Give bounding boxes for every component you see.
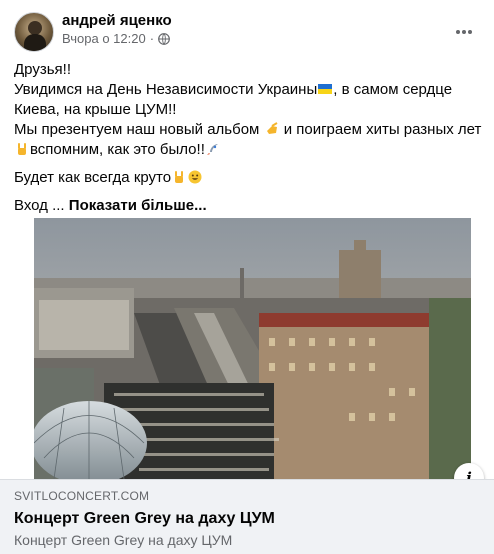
see-more-link[interactable]: Показати більше... xyxy=(69,197,207,214)
smile-emoji xyxy=(188,170,202,184)
post-line: Киева, на крыше ЦУМ!! xyxy=(14,101,177,118)
meta-separator: · xyxy=(149,31,155,46)
author-name[interactable]: андрей яценко xyxy=(62,12,172,29)
pointing-hand-emoji xyxy=(266,122,278,134)
link-domain: SVITLOCONCERT.COM xyxy=(14,489,150,503)
post-line: Будет как всегда круто xyxy=(14,168,482,188)
post-meta: Вчора о 12:20 · xyxy=(62,31,170,46)
globe-icon[interactable] xyxy=(158,32,170,45)
post-text: Друзья!! Увидимся на День Независимости … xyxy=(14,60,482,216)
more-options-button[interactable] xyxy=(448,16,480,48)
link-title[interactable]: Концерт Green Grey на даху ЦУМ xyxy=(14,510,275,528)
rock-hand-emoji xyxy=(18,143,26,155)
rock-hand-emoji xyxy=(175,171,184,183)
link-preview-card[interactable]: SVITLOCONCERT.COM Концерт Green Grey на … xyxy=(0,479,494,554)
rocket-emoji xyxy=(206,144,218,155)
post-line: Увидимся на День Независимости Украины, … xyxy=(14,81,453,98)
post-header: андрей яценко Вчора о 12:20 · xyxy=(14,12,480,52)
post-line: Вход ... Показати більше... xyxy=(14,197,207,214)
link-description: Концерт Green Grey на даху ЦУМ xyxy=(14,532,233,548)
post-line: Мы презентуем наш новый альбом и поиграе… xyxy=(14,121,482,138)
post-line: Друзья!! xyxy=(14,61,71,78)
ukraine-flag-emoji xyxy=(318,84,333,94)
more-options-icon xyxy=(456,30,472,34)
post-line: вспомним, как это было!! xyxy=(14,140,482,160)
post-photo[interactable] xyxy=(34,218,471,479)
post-timestamp[interactable]: Вчора о 12:20 xyxy=(62,31,146,46)
author-avatar[interactable] xyxy=(14,12,54,52)
